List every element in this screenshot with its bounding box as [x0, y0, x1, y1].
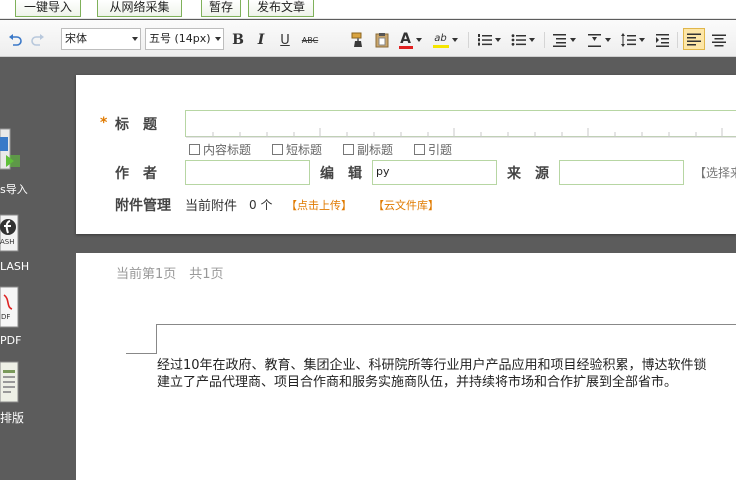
body-paragraph-line: 建立了产品代理商、项目合作商和服务实施商队伍，并持续将市场和合作扩展到全部省市。 — [157, 375, 678, 390]
left-plugin-panel: s导入 ASH LASH DF PDF 排版 — [0, 57, 76, 480]
format-painter-icon[interactable] — [348, 30, 368, 50]
format-toolbar: 宋体 五号 (14px) B I U ABC A ab — [0, 20, 736, 57]
pdf-label: PDF — [0, 334, 22, 347]
indent-icon[interactable] — [652, 30, 672, 50]
cloud-library-link[interactable]: 【云文件库】 — [373, 197, 439, 213]
title-label: 标 题 — [115, 117, 157, 133]
subtitle-checkbox[interactable]: 副标题 — [343, 141, 393, 158]
web-collect-button[interactable]: 从网络采集 — [97, 0, 182, 17]
lead-title-option: 引题 — [428, 143, 453, 157]
highlight-icon: ab — [432, 33, 449, 48]
body-paragraph[interactable]: 经过10年在政府、教育、集团企业、科研院所等行业用户产品应用和项目经验积累，博达… — [157, 357, 707, 391]
content-title-checkbox[interactable]: 内容标题 — [189, 141, 251, 158]
editor-input[interactable]: py — [372, 160, 497, 185]
bold-button[interactable]: B — [229, 30, 247, 50]
one-click-import-button[interactable]: 一键导入 — [15, 0, 81, 17]
top-action-bar: 一键导入 从网络采集 暂存 发布文章 — [0, 0, 736, 19]
required-mark: * — [100, 115, 108, 131]
chevron-down-icon — [639, 38, 645, 42]
chevron-down-icon — [529, 38, 535, 42]
author-input[interactable] — [185, 160, 310, 185]
ordered-list-button[interactable] — [474, 30, 504, 50]
lead-title-checkbox[interactable]: 引题 — [414, 141, 452, 158]
short-title-checkbox[interactable]: 短标题 — [272, 141, 322, 158]
word-import-label: s导入 — [0, 183, 28, 196]
attachment-count: 0 个 — [249, 198, 273, 212]
save-draft-button[interactable]: 暂存 — [201, 0, 241, 17]
title-ruler — [186, 128, 736, 138]
paste-text-icon[interactable] — [372, 30, 392, 50]
article-meta-panel: * 标 题 内容标题 短标题 副标题 引题 作 者 编 辑 py 来 源 【选择… — [76, 75, 736, 234]
chevron-down-icon — [570, 38, 576, 42]
italic-button[interactable]: I — [252, 30, 270, 50]
content-title-option: 内容标题 — [203, 143, 252, 157]
crop-mark-horizontal — [156, 324, 736, 325]
pdf-icon-text: DF — [1, 313, 11, 321]
font-color-button[interactable]: A — [396, 30, 424, 50]
toolbar-separator — [468, 32, 469, 48]
font-color-icon: A — [398, 30, 413, 49]
chevron-down-icon — [132, 37, 138, 41]
highlight-color-button[interactable]: ab — [430, 30, 460, 50]
layout-label: 排版 — [0, 411, 25, 425]
checkbox-icon — [414, 144, 425, 155]
upload-link[interactable]: 【点击上传】 — [286, 197, 352, 213]
attachment-label: 附件管理 — [115, 198, 171, 214]
source-label: 来 源 — [507, 166, 549, 182]
layout-icon[interactable] — [0, 360, 20, 404]
align-center-button[interactable] — [709, 30, 729, 50]
short-title-option: 短标题 — [286, 143, 323, 157]
editor-label: 编 辑 — [320, 166, 362, 182]
chevron-down-icon — [451, 38, 458, 42]
redo-icon[interactable] — [29, 30, 47, 50]
title-input[interactable] — [185, 110, 736, 138]
page-indicator: 当前第1页 共1页 — [116, 267, 224, 282]
author-label: 作 者 — [115, 166, 157, 182]
strikethrough-button[interactable]: ABC — [299, 30, 321, 50]
row-spacing-top-button[interactable] — [549, 30, 579, 50]
font-size-value: 五号 (14px) — [149, 32, 211, 45]
source-input[interactable] — [559, 160, 684, 185]
checkbox-icon — [343, 144, 354, 155]
document-page[interactable]: 当前第1页 共1页 经过10年在政府、教育、集团企业、科研院所等行业用户产品应用… — [76, 253, 736, 480]
crop-mark-vertical — [156, 324, 157, 354]
chevron-down-icon — [495, 38, 501, 42]
publish-button[interactable]: 发布文章 — [248, 0, 314, 17]
subtitle-option: 副标题 — [357, 143, 394, 157]
crop-mark-left — [126, 353, 156, 354]
line-height-button[interactable] — [618, 30, 648, 50]
align-left-button[interactable] — [683, 28, 705, 50]
flash-icon-text: ASH — [0, 238, 15, 246]
underline-button[interactable]: U — [276, 30, 294, 50]
toolbar-separator — [677, 32, 678, 48]
word-import-icon[interactable] — [0, 125, 20, 177]
toolbar-separator — [544, 32, 545, 48]
unordered-list-button[interactable] — [508, 30, 538, 50]
font-size-select[interactable]: 五号 (14px) — [145, 28, 224, 50]
row-spacing-bottom-button[interactable] — [584, 30, 614, 50]
undo-icon[interactable] — [6, 30, 24, 50]
checkbox-icon — [189, 144, 200, 155]
editor-value: py — [376, 165, 390, 178]
attachment-current-label: 当前附件 — [185, 199, 238, 214]
font-family-select[interactable]: 宋体 — [61, 28, 141, 50]
chevron-down-icon — [215, 37, 221, 41]
chevron-down-icon — [605, 38, 611, 42]
select-source-link[interactable]: 【选择来 — [694, 164, 736, 181]
checkbox-icon — [272, 144, 283, 155]
flash-label: LASH — [0, 260, 30, 273]
chevron-down-icon — [415, 38, 422, 42]
font-family-value: 宋体 — [65, 32, 87, 45]
flash-icon[interactable]: ASH — [0, 213, 20, 253]
body-paragraph-line: 经过10年在政府、教育、集团企业、科研院所等行业用户产品应用和项目经验积累，博达… — [157, 358, 707, 373]
pdf-icon[interactable]: DF — [0, 285, 20, 329]
